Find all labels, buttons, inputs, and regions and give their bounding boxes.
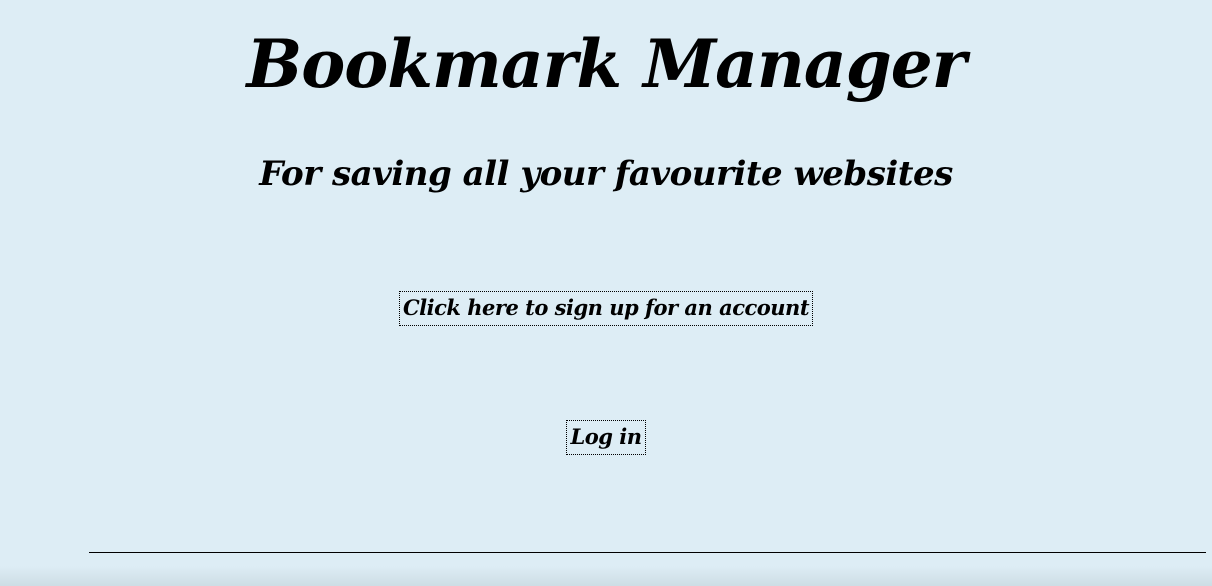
page: Bookmark Manager For saving all your fav… (0, 0, 1212, 586)
signup-link-container: Click here to sign up for an account (0, 291, 1212, 326)
login-link-container: Log in (0, 420, 1212, 455)
signup-link[interactable]: Click here to sign up for an account (398, 291, 814, 326)
bottom-shadow (0, 566, 1212, 586)
footer-divider (89, 552, 1206, 553)
login-link[interactable]: Log in (566, 420, 646, 455)
page-subtitle: For saving all your favourite websites (259, 154, 953, 194)
page-title: Bookmark Manager (246, 25, 966, 103)
